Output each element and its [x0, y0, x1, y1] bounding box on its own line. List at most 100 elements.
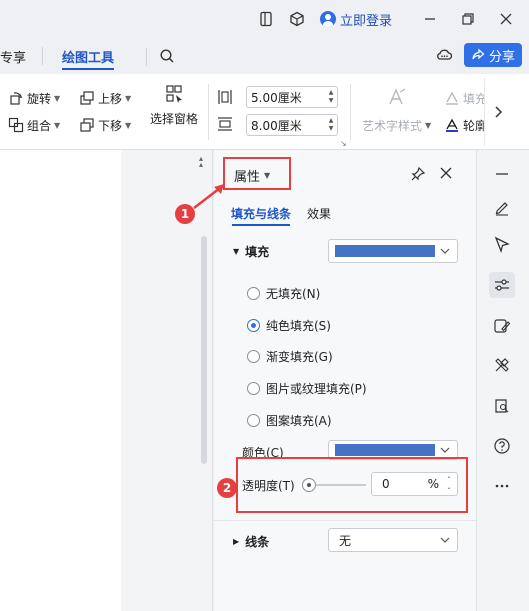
move-up-caret-icon: ▼ — [125, 93, 132, 103]
properties-sliders-icon[interactable] — [489, 272, 515, 298]
fill-option-solid[interactable]: 纯色填充(S) — [247, 317, 331, 334]
text-fill-button[interactable]: 填充 — [444, 87, 487, 109]
ribbon-scroll-right-icon[interactable] — [484, 78, 510, 146]
collapse-sidebar-icon[interactable] — [489, 161, 515, 187]
tab-fill-and-line[interactable]: 填充与线条 — [231, 205, 291, 222]
rotate-label: 旋转 — [27, 91, 52, 106]
move-up-button[interactable]: 上移 ▼ — [79, 87, 131, 109]
move-up-icon — [80, 91, 94, 105]
pin-icon[interactable] — [410, 166, 426, 182]
help-icon[interactable] — [489, 433, 515, 459]
radio-button[interactable] — [247, 414, 260, 427]
login-label: 立即登录 — [340, 13, 393, 29]
pen-icon[interactable] — [489, 194, 515, 220]
login-button[interactable]: 立即登录 — [320, 9, 392, 29]
cube-icon[interactable] — [287, 9, 307, 29]
shape-width-input[interactable]: 5.00厘米 ▲ ▼ — [246, 86, 338, 108]
shape-width-value: 5.00厘米 — [251, 90, 302, 105]
tablet-mode-icon[interactable] — [256, 9, 276, 29]
fill-option-label: 渐变填充(G) — [266, 350, 333, 364]
cursor-icon[interactable] — [489, 232, 515, 258]
art-style-button[interactable]: 艺术字样式 ▼ — [362, 114, 431, 136]
color-swatch — [335, 444, 435, 456]
cloud-icon[interactable] — [434, 45, 454, 65]
fill-option-gradient[interactable]: 渐变填充(G) — [247, 348, 333, 365]
radio-button[interactable] — [247, 350, 260, 363]
minimize-icon[interactable] — [420, 9, 440, 29]
line-style-value: 无 — [339, 533, 352, 548]
width-spinner-icon[interactable]: ▲ ▼ — [325, 87, 337, 107]
fill-option-label: 图案填充(A) — [266, 414, 332, 428]
transparency-spinner-icon[interactable]: ⌃ ⌄ — [443, 474, 455, 494]
transparency-unit: % — [427, 477, 439, 491]
line-style-dropdown[interactable]: 无 — [328, 528, 458, 552]
shape-style-icon[interactable] — [489, 313, 515, 339]
radio-button[interactable] — [247, 382, 260, 395]
book-search-icon[interactable] — [489, 393, 515, 419]
selection-pane-button[interactable]: 选择窗格 — [146, 84, 202, 134]
annotation-badge-2: 2 — [217, 478, 237, 498]
height-spinner-icon[interactable]: ▲ ▼ — [325, 115, 337, 135]
fill-section-header[interactable]: ▼ 填充 — [233, 243, 269, 260]
text-outline-button[interactable]: 轮廓 — [444, 114, 487, 136]
share-button[interactable]: 分享 — [464, 43, 522, 67]
selection-pane-icon — [166, 85, 182, 103]
group-label: 组合 — [27, 118, 52, 133]
transparency-value: 0 — [382, 477, 390, 491]
radio-button[interactable] — [247, 287, 260, 300]
fill-section-label: 填充 — [245, 245, 270, 259]
fill-option-none[interactable]: 无填充(N) — [247, 285, 320, 302]
fill-option-picture[interactable]: 图片或纹理填充(P) — [247, 380, 367, 397]
rotate-icon — [10, 92, 23, 105]
properties-dropdown[interactable]: 属性 ▼ — [234, 166, 270, 185]
tab-effects[interactable]: 效果 — [307, 205, 331, 222]
rotate-button[interactable]: 旋转 ▼ — [8, 87, 60, 109]
tab-divider — [42, 47, 43, 65]
more-icon[interactable] — [489, 473, 515, 499]
move-up-label: 上移 — [98, 91, 123, 106]
expand-caret-icon: ▶ — [233, 537, 240, 546]
search-icon[interactable] — [157, 46, 177, 66]
art-style-caret-icon: ▼ — [425, 120, 432, 130]
fill-option-label: 图片或纹理填充(P) — [266, 382, 367, 396]
tools-icon[interactable] — [489, 352, 515, 378]
transparency-slider-track[interactable] — [316, 484, 366, 486]
tab-prev[interactable]: 专享 — [0, 47, 26, 66]
group-caret-icon: ▼ — [54, 120, 61, 130]
scroll-up-icon[interactable]: ▴ ▴ — [199, 155, 203, 169]
group-button[interactable]: 组合 ▼ — [8, 114, 60, 136]
move-down-label: 下移 — [98, 118, 123, 133]
tab-drawing-tools[interactable]: 绘图工具 — [62, 47, 114, 66]
close-window-icon[interactable] — [496, 9, 516, 29]
restore-icon[interactable] — [458, 9, 478, 29]
fill-option-label: 无填充(N) — [266, 287, 321, 301]
selection-pane-label: 选择窗格 — [149, 112, 198, 126]
share-label: 分享 — [488, 49, 515, 65]
transparency-slider-handle[interactable] — [302, 478, 316, 492]
ribbon-divider — [208, 84, 209, 140]
properties-title: 属性 — [234, 170, 261, 185]
transparency-input[interactable]: 0 % ⌃ ⌄ — [371, 472, 458, 496]
ribbon-divider — [350, 84, 351, 140]
line-section-header[interactable]: ▶ 线条 — [233, 533, 269, 550]
document-canvas[interactable] — [0, 150, 121, 611]
move-down-button[interactable]: 下移 ▼ — [79, 114, 131, 136]
collapse-caret-icon: ▼ — [233, 247, 240, 256]
user-avatar-icon — [320, 11, 336, 27]
art-text-icon — [386, 86, 408, 108]
fill-option-pattern[interactable]: 图案填充(A) — [247, 412, 332, 429]
chevron-down-icon — [439, 444, 451, 456]
size-dialog-launcher-icon[interactable]: ↘ — [340, 139, 347, 148]
text-fill-icon — [446, 91, 458, 105]
fill-color-dropdown[interactable] — [328, 239, 458, 263]
close-panel-icon[interactable] — [439, 166, 453, 180]
width-icon — [216, 88, 234, 106]
vertical-scrollbar[interactable] — [201, 236, 207, 464]
move-down-icon — [80, 118, 94, 132]
move-down-caret-icon: ▼ — [125, 120, 132, 130]
group-icon — [8, 117, 24, 133]
active-tab-underline — [62, 68, 114, 70]
rotate-caret-icon: ▼ — [54, 93, 61, 103]
shape-height-input[interactable]: 8.00厘米 ▲ ▼ — [246, 114, 338, 136]
radio-button-checked[interactable] — [247, 319, 260, 332]
